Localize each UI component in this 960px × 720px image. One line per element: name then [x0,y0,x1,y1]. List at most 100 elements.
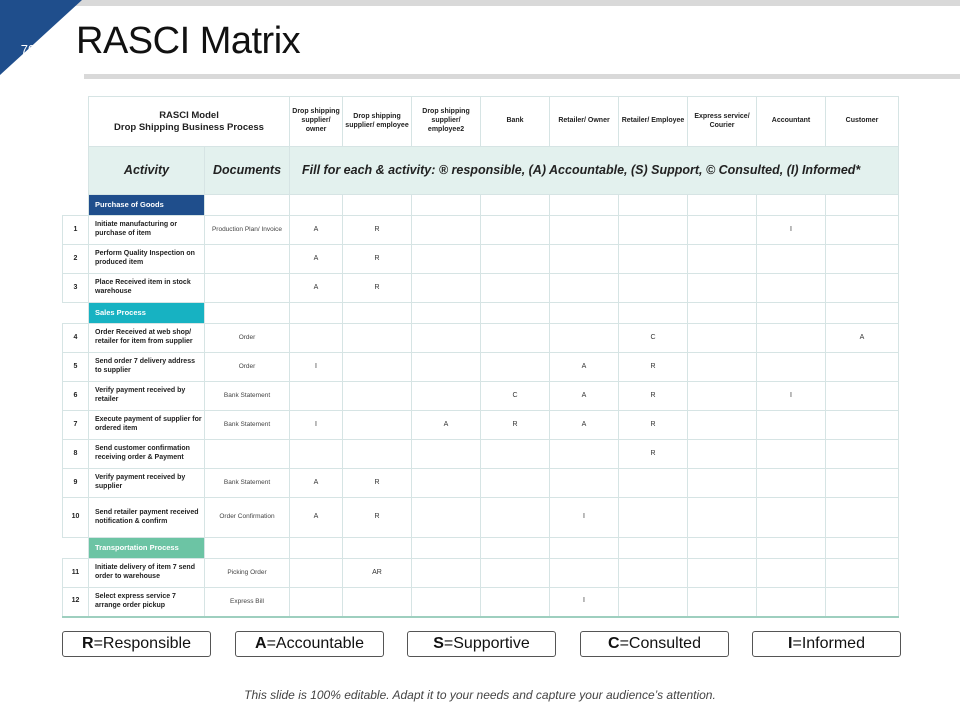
legend-text: =Accountable [266,635,364,652]
rasci-value-cell [289,381,344,411]
rasci-value-cell [411,352,482,382]
activity-cell: Send order 7 delivery address to supplie… [88,352,205,382]
empty-cell [342,302,413,324]
empty-cell [618,194,689,216]
rasci-value-cell [825,558,900,588]
empty-cell [825,302,900,324]
empty-cell [480,194,551,216]
rasci-value-cell [411,439,482,469]
section-label: Sales Process [88,302,205,324]
rasci-value-cell [411,587,482,618]
activity-cell: Initiate delivery of item 7 send order t… [88,558,205,588]
empty-cell [289,194,344,216]
rasci-value-cell [687,468,758,498]
rasci-value-cell: A [289,215,344,245]
role-header: Drop shipping supplier/ owner [289,96,344,147]
legend-text: =Consulted [619,635,701,652]
activity-cell: Verify payment received by retailer [88,381,205,411]
model-title-cell: RASCI Model Drop Shipping Business Proces… [87,96,291,147]
document-cell [203,273,291,303]
rasci-value-cell [289,587,344,618]
rasci-value-cell: I [549,587,620,618]
empty-cell [289,537,344,559]
rasci-value-cell [480,468,551,498]
rasci-value-cell: I [549,497,620,538]
rasci-value-cell [618,273,689,303]
document-cell: Order Confirmation [203,497,291,538]
table-row: 3 Place Received item in stock warehouse A… [62,273,900,303]
document-cell: Picking Order [203,558,291,588]
empty-cell [342,537,413,559]
rasci-matrix-table: RASCI Model Drop Shipping Business Proces… [62,96,900,618]
activity-column-header: Activity [88,146,205,195]
empty-cell [756,302,827,324]
section-row: Transportation Process [62,537,900,559]
section-label: Transportation Process [88,537,205,559]
rasci-value-cell: I [289,352,344,382]
row-number: 5 [62,352,89,382]
section-spacer [62,302,89,324]
top-decor-bar [0,0,960,6]
role-header-row: RASCI Model Drop Shipping Business Proces… [62,96,900,147]
empty-cell [687,537,758,559]
rasci-value-cell: A [549,352,620,382]
rasci-value-cell [687,273,758,303]
documents-column-header: Documents [203,146,291,195]
rasci-value-cell [825,381,900,411]
empty-cell [289,302,344,324]
rasci-value-cell [618,587,689,618]
rasci-value-cell [411,273,482,303]
activity-header-row: Activity Documents Fill for each & activit… [62,146,900,195]
rasci-value-cell [756,273,827,303]
header-spacer [62,146,89,195]
role-header: Customer [825,96,900,147]
rasci-value-cell [687,558,758,588]
empty-cell [618,302,689,324]
empty-cell [618,537,689,559]
role-header: Bank [480,96,551,147]
section-spacer [62,537,89,559]
rasci-value-cell [480,323,551,353]
rasci-value-cell [480,215,551,245]
rasci-value-cell [618,468,689,498]
rasci-value-cell [549,244,620,274]
role-header: Express service/ Courier [687,96,758,147]
legend-text: =Informed [792,635,865,652]
role-header: Accountant [756,96,827,147]
rasci-value-cell [618,215,689,245]
rasci-value-cell [618,244,689,274]
rasci-value-cell [342,439,413,469]
section-spacer [62,194,89,216]
rasci-value-cell: A [549,381,620,411]
rasci-value-cell [480,244,551,274]
document-cell: Production Plan/ Invoice [203,215,291,245]
table-row: 8 Send customer confirmation receiving or… [62,439,900,469]
document-cell [203,439,291,469]
document-cell: Order [203,352,291,382]
rasci-value-cell [687,323,758,353]
section-label: Purchase of Goods [88,194,205,216]
rasci-value-cell [549,558,620,588]
empty-cell [203,302,291,324]
section-row: Purchase of Goods [62,194,900,216]
activity-cell: Order Received at web shop/ retailer for… [88,323,205,353]
document-cell: Bank Statement [203,410,291,440]
empty-cell [549,302,620,324]
legend-item: I=Informed [752,631,901,657]
legend-text: =Supportive [443,635,530,652]
legend-item: R=Responsible [62,631,211,657]
rasci-value-cell [411,323,482,353]
rasci-value-cell: R [618,410,689,440]
rasci-value-cell: R [342,244,413,274]
rasci-value-cell [549,273,620,303]
rasci-value-cell [687,244,758,274]
rasci-value-cell [687,381,758,411]
legend-item: C=Consulted [580,631,729,657]
rasci-value-cell [411,244,482,274]
rasci-value-cell: I [756,381,827,411]
row-number: 1 [62,215,89,245]
document-cell: Express Bill [203,587,291,618]
rasci-value-cell [825,497,900,538]
rasci-value-cell: I [756,215,827,245]
rasci-value-cell: R [342,215,413,245]
